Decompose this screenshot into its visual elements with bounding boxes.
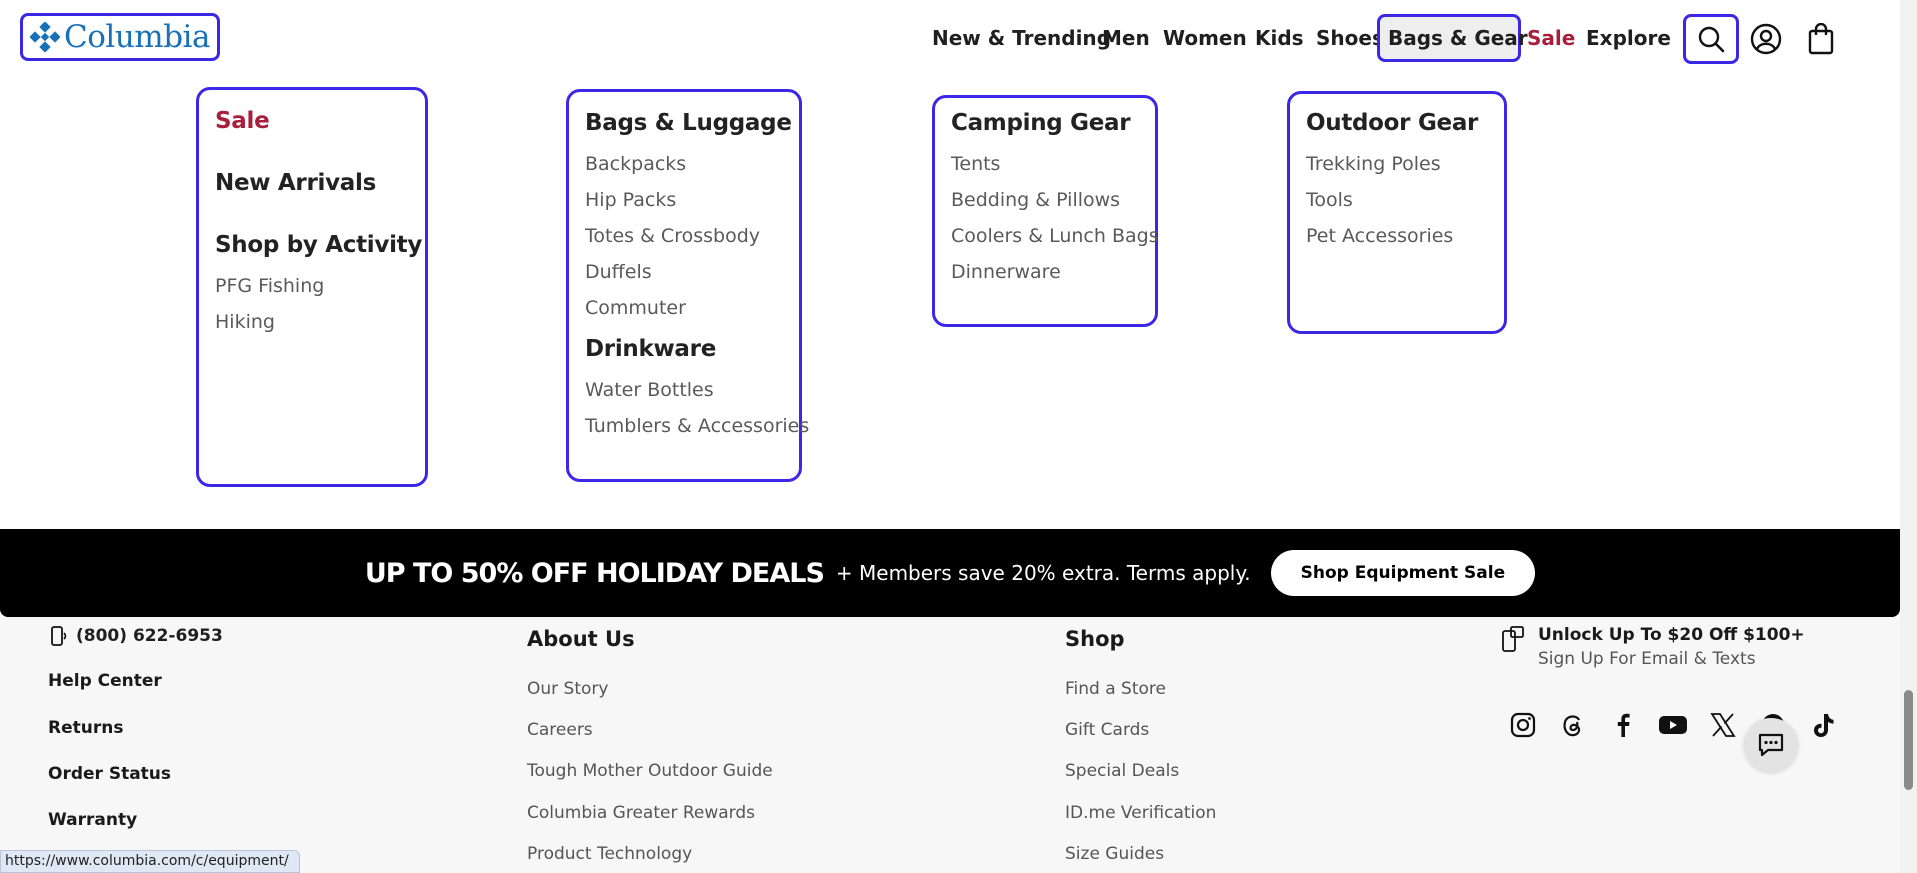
footer-heading-about-us: About Us <box>527 627 635 651</box>
logo-wordmark: Columbia <box>64 19 210 55</box>
menu-link-coolers-lunch-bags[interactable]: Coolers & Lunch Bags <box>951 218 1159 254</box>
phone-contact[interactable]: (800) 622-6953 <box>48 625 223 647</box>
x-icon <box>1710 713 1736 737</box>
account-icon <box>1750 23 1782 55</box>
youtube-link[interactable] <box>1657 709 1689 741</box>
footer-link-order-status[interactable]: Order Status <box>48 764 171 784</box>
cart-icon <box>1808 23 1834 55</box>
menu-column-outdoor-gear: Outdoor Gear Trekking Poles Tools Pet Ac… <box>1287 91 1507 334</box>
tiktok-icon <box>1814 714 1834 737</box>
footer-link-help-center[interactable]: Help Center <box>48 671 162 691</box>
footer-link-special-deals[interactable]: Special Deals <box>1065 761 1179 781</box>
menu-link-commuter[interactable]: Commuter <box>585 290 783 326</box>
nav-kids[interactable]: Kids <box>1255 14 1304 62</box>
banner-subtext: + Members save 20% extra. Terms apply. <box>835 561 1251 585</box>
footer-link-idme-verification[interactable]: ID.me Verification <box>1065 803 1216 823</box>
scrollbar-thumb[interactable] <box>1904 690 1913 790</box>
instagram-link[interactable] <box>1507 709 1539 741</box>
footer-link-greater-rewards[interactable]: Columbia Greater Rewards <box>527 803 755 823</box>
nav-sale[interactable]: Sale <box>1527 14 1575 62</box>
chat-button[interactable] <box>1744 718 1798 772</box>
menu-link-sale[interactable]: Sale <box>215 108 409 134</box>
tiktok-link[interactable] <box>1807 709 1839 741</box>
footer-heading-shop: Shop <box>1065 627 1125 651</box>
search-button[interactable] <box>1683 14 1739 64</box>
columbia-diamond-icon <box>30 22 61 52</box>
banner-headline: UP TO 50% OFF HOLIDAY DEALS <box>364 557 825 589</box>
phone-number: (800) 622-6953 <box>76 626 223 646</box>
menu-link-tents[interactable]: Tents <box>951 146 1139 182</box>
threads-icon <box>1563 715 1581 737</box>
menu-link-hip-packs[interactable]: Hip Packs <box>585 182 783 218</box>
promo-title: Unlock Up To $20 Off $100+ <box>1538 625 1805 645</box>
youtube-icon <box>1659 716 1687 734</box>
nav-women[interactable]: Women <box>1163 14 1247 62</box>
menu-link-trekking-poles[interactable]: Trekking Poles <box>1306 146 1488 182</box>
instagram-icon <box>1510 712 1536 738</box>
menu-link-dinnerware[interactable]: Dinnerware <box>951 254 1139 290</box>
menu-heading-bags-luggage[interactable]: Bags & Luggage <box>585 110 792 136</box>
search-icon <box>1698 26 1725 53</box>
footer-link-product-technology[interactable]: Product Technology <box>527 844 692 864</box>
nav-explore[interactable]: Explore <box>1586 14 1671 62</box>
footer-link-gift-cards[interactable]: Gift Cards <box>1065 720 1149 740</box>
menu-heading-shop-by-activity[interactable]: Shop by Activity <box>215 232 422 258</box>
chat-icon <box>1758 733 1784 757</box>
threads-link[interactable] <box>1557 709 1589 741</box>
menu-link-tumblers-accessories[interactable]: Tumblers & Accessories <box>585 408 809 444</box>
site-footer: (800) 622-6953 Help Center Returns Order… <box>0 617 1900 873</box>
email-signup-promo[interactable]: Unlock Up To $20 Off $100+ Sign Up For E… <box>1500 625 1805 669</box>
signup-icon <box>1502 626 1524 652</box>
facebook-icon <box>1617 713 1630 737</box>
account-button[interactable] <box>1738 14 1794 64</box>
phone-icon <box>51 626 67 646</box>
nav-men[interactable]: Men <box>1102 14 1150 62</box>
menu-link-tools[interactable]: Tools <box>1306 182 1488 218</box>
status-bar-url: https://www.columbia.com/c/equipment/ <box>0 850 300 873</box>
shop-equipment-sale-button[interactable]: Shop Equipment Sale <box>1270 550 1536 596</box>
promo-subtitle: Sign Up For Email & Texts <box>1538 649 1756 669</box>
page-scrollbar[interactable] <box>1900 0 1917 873</box>
footer-link-our-story[interactable]: Our Story <box>527 679 608 699</box>
menu-column-bags-luggage: Bags & Luggage Backpacks Hip Packs Totes… <box>566 89 809 482</box>
menu-column-camping-gear: Camping Gear Tents Bedding & Pillows Coo… <box>932 95 1159 327</box>
columbia-logo[interactable]: Columbia <box>20 13 220 61</box>
menu-link-pet-accessories[interactable]: Pet Accessories <box>1306 218 1488 254</box>
footer-link-size-guides[interactable]: Size Guides <box>1065 844 1164 864</box>
menu-link-hiking[interactable]: Hiking <box>215 304 409 340</box>
nav-new-trending[interactable]: New & Trending <box>932 14 1111 62</box>
menu-link-backpacks[interactable]: Backpacks <box>585 146 783 182</box>
facebook-link[interactable] <box>1607 709 1639 741</box>
footer-link-warranty[interactable]: Warranty <box>48 810 137 830</box>
menu-heading-camping-gear[interactable]: Camping Gear <box>951 110 1139 136</box>
menu-link-new-arrivals[interactable]: New Arrivals <box>215 170 409 196</box>
footer-link-careers[interactable]: Careers <box>527 720 593 740</box>
menu-column-featured: Sale New Arrivals Shop by Activity PFG F… <box>196 87 428 487</box>
footer-link-find-store[interactable]: Find a Store <box>1065 679 1166 699</box>
nav-bags-gear[interactable]: Bags & Gear <box>1377 14 1528 62</box>
cart-button[interactable] <box>1793 14 1849 64</box>
menu-heading-outdoor-gear[interactable]: Outdoor Gear <box>1306 110 1488 136</box>
menu-link-water-bottles[interactable]: Water Bottles <box>585 372 783 408</box>
footer-link-returns[interactable]: Returns <box>48 718 123 738</box>
holiday-deals-banner: UP TO 50% OFF HOLIDAY DEALS + Members sa… <box>0 529 1900 617</box>
footer-link-tough-mother[interactable]: Tough Mother Outdoor Guide <box>527 761 773 781</box>
menu-link-pfg-fishing[interactable]: PFG Fishing <box>215 268 409 304</box>
menu-heading-drinkware[interactable]: Drinkware <box>585 336 783 362</box>
menu-link-totes-crossbody[interactable]: Totes & Crossbody <box>585 218 783 254</box>
x-link[interactable] <box>1707 709 1739 741</box>
menu-link-bedding-pillows[interactable]: Bedding & Pillows <box>951 182 1139 218</box>
menu-link-duffels[interactable]: Duffels <box>585 254 783 290</box>
site-header: Columbia New & Trending Men Women Kids S… <box>0 0 1900 78</box>
nav-shoes[interactable]: Shoes <box>1316 14 1384 62</box>
